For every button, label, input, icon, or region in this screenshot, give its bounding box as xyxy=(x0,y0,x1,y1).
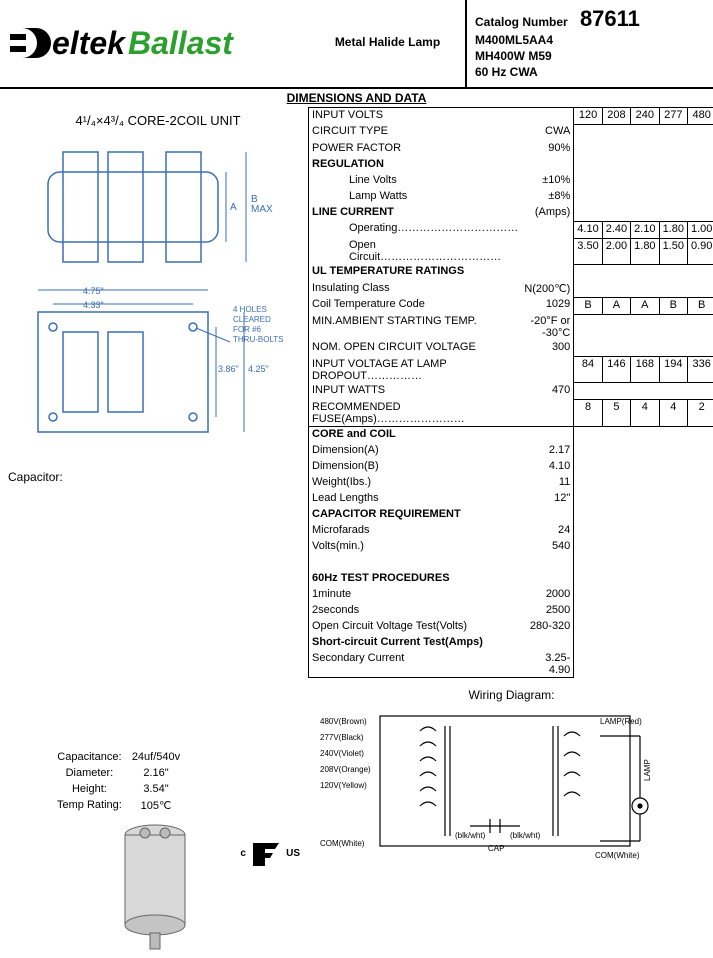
model-line2: MH400W M59 xyxy=(475,48,705,64)
svg-text:COM(White): COM(White) xyxy=(595,851,640,860)
svg-text:THRU-BOLTS: THRU-BOLTS xyxy=(233,335,284,344)
svg-text:CAP: CAP xyxy=(488,844,504,853)
catalog-block: Catalog Number 87611 M400ML5AA4 MH400W M… xyxy=(467,0,713,87)
svg-text:LAMP(Red): LAMP(Red) xyxy=(600,717,642,726)
wiring-block: Wiring Diagram: 480V(Brown) 277V xyxy=(310,688,713,958)
catalog-number: 87611 xyxy=(580,6,640,31)
diagram-column: 4¹/₄×4³/₄ CORE-2COIL UNIT A B MAX 4.75" … xyxy=(0,107,308,678)
svg-text:120V(Yellow): 120V(Yellow) xyxy=(320,781,367,790)
svg-text:MAX: MAX xyxy=(251,204,273,215)
capacitor-specs: Capacitance:24uf/540v Diameter:2.16" Hei… xyxy=(55,748,190,815)
svg-text:240V(Violet): 240V(Violet) xyxy=(320,749,364,758)
catalog-label: Catalog Number xyxy=(475,15,568,29)
svg-text:277V(Black): 277V(Black) xyxy=(320,733,364,742)
svg-text:4 HOLES: 4 HOLES xyxy=(233,305,267,314)
svg-text:3.86": 3.86" xyxy=(218,364,239,374)
svg-text:4.75": 4.75" xyxy=(83,286,104,296)
logo-text-eltek: eltek xyxy=(52,25,125,62)
capacitor-label: Capacitor: xyxy=(8,470,308,484)
svg-text:LAMP: LAMP xyxy=(643,759,652,781)
svg-text:(blk/wht): (blk/wht) xyxy=(455,831,486,840)
svg-text:A: A xyxy=(230,202,237,213)
data-column: INPUT VOLTS 120208240277480 CIRCUIT TYPE… xyxy=(308,107,713,678)
capacitor-block: Capacitance:24uf/540v Diameter:2.16" Hei… xyxy=(0,688,310,958)
logo-text-ballast: Ballast xyxy=(128,25,233,62)
svg-text:4.33": 4.33" xyxy=(83,300,104,310)
core-unit-title: 4¹/₄×4³/₄ CORE-2COIL UNIT xyxy=(8,113,308,128)
lamp-type: Metal Halide Lamp xyxy=(310,0,467,87)
svg-text:208V(Orange): 208V(Orange) xyxy=(320,765,371,774)
core-mounting-diagram: 4.75" 4.33" 3.86" 4.25" 4 HOLES CLEARED … xyxy=(8,282,308,462)
core-top-diagram: A B MAX xyxy=(8,132,308,282)
ul-listed-mark: c US xyxy=(220,839,300,867)
model-line1: M400ML5AA4 xyxy=(475,32,705,48)
svg-text:CLEARED: CLEARED xyxy=(233,315,271,324)
wiring-title: Wiring Diagram: xyxy=(310,688,713,702)
svg-text:480V(Brown): 480V(Brown) xyxy=(320,717,367,726)
svg-text:(blk/wht): (blk/wht) xyxy=(510,831,541,840)
wiring-diagram: 480V(Brown) 277V(Black) 240V(Violet) 208… xyxy=(310,706,690,866)
svg-text:COM(White): COM(White) xyxy=(320,839,365,848)
header: eltek Ballast Metal Halide Lamp Catalog … xyxy=(0,0,713,89)
bottom-row: Capacitance:24uf/540v Diameter:2.16" Hei… xyxy=(0,688,713,958)
spec-table: INPUT VOLTS 120208240277480 CIRCUIT TYPE… xyxy=(308,107,713,678)
content-row: 4¹/₄×4³/₄ CORE-2COIL UNIT A B MAX 4.75" … xyxy=(0,107,713,678)
svg-text:4.25": 4.25" xyxy=(248,364,269,374)
svg-text:FOR #6: FOR #6 xyxy=(233,325,262,334)
model-line3: 60 Hz CWA xyxy=(475,64,705,80)
capacitor-icon xyxy=(110,815,200,955)
section-title: DIMENSIONS AND DATA xyxy=(0,89,713,107)
brand-logo: eltek Ballast xyxy=(0,0,310,87)
